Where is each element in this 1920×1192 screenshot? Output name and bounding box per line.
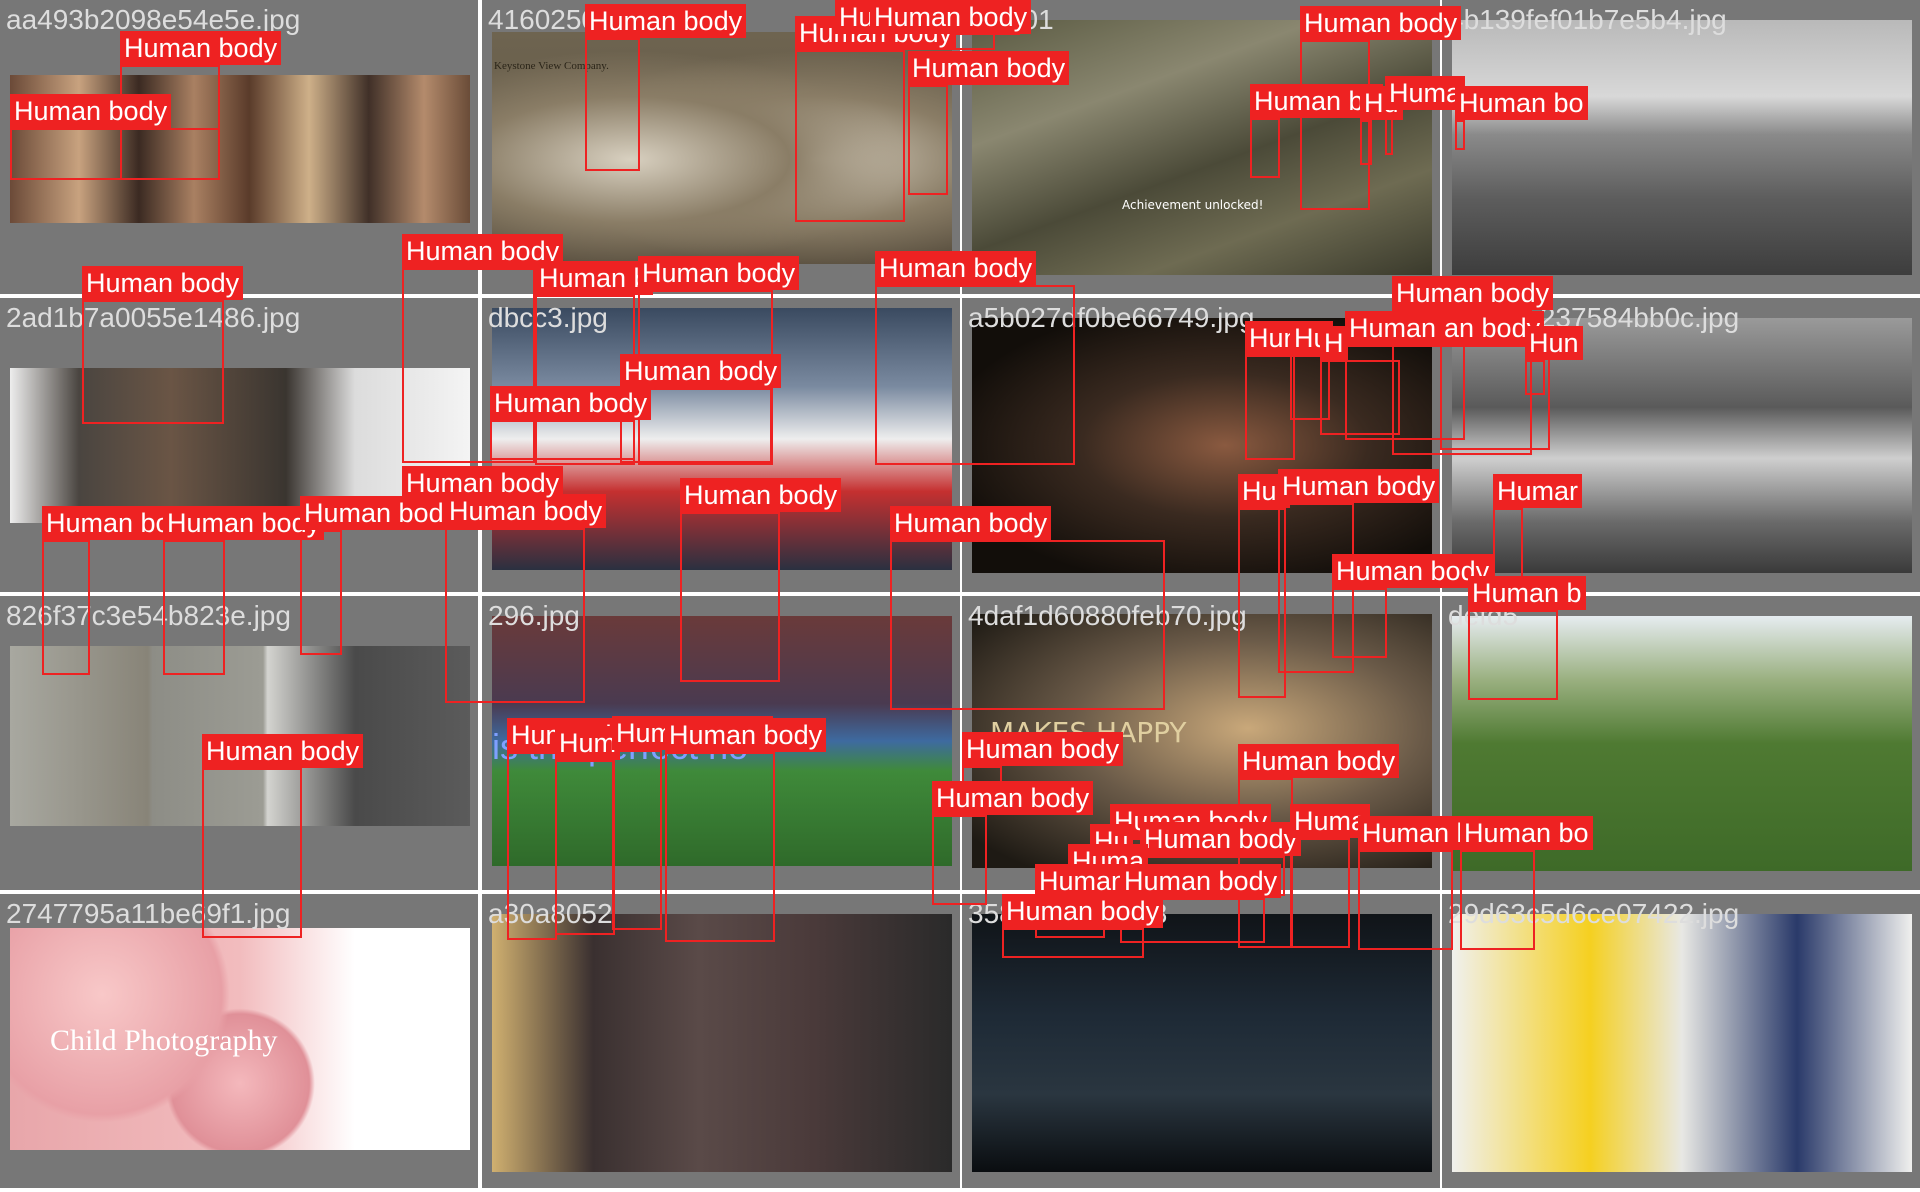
detection-label: Human body (932, 781, 1094, 815)
detection-label: Human body (1392, 276, 1554, 310)
detection-box (202, 768, 302, 938)
detection-box (300, 530, 342, 655)
detection-box (1002, 928, 1144, 958)
detection-label: Human body (680, 478, 842, 512)
detection-box (1360, 120, 1372, 165)
detection-box (1332, 588, 1387, 658)
detection-box (1460, 850, 1535, 950)
detection-box (612, 750, 662, 930)
detection-box (1245, 355, 1295, 460)
detection-label: Human body (638, 256, 800, 290)
detection-label: Human body (585, 4, 747, 38)
detection-box (680, 512, 780, 682)
detection-box (665, 752, 775, 942)
detection-label: Human body (1300, 6, 1462, 40)
photo-grayscale-harbor (1452, 20, 1912, 275)
detection-box (932, 815, 987, 905)
detection-label: Human b (535, 261, 653, 295)
photo-office-team (1452, 914, 1912, 1172)
detection-label: Human body (82, 266, 244, 300)
detection-box (1493, 508, 1523, 578)
detection-box (1468, 610, 1558, 700)
detection-label: Hum (555, 726, 621, 760)
detection-box (555, 760, 615, 935)
detection-label: Human body (402, 466, 564, 500)
detection-label: Huma (1385, 76, 1466, 110)
detection-label: Human body (120, 31, 282, 65)
image-tile[interactable]: 4b139fef01b7e5b4.jpg (1442, 0, 1920, 294)
detection-box (490, 420, 635, 460)
detection-label: Human body (890, 506, 1052, 540)
detection-label: Humar (1493, 474, 1583, 508)
detection-label: Human body (870, 0, 1032, 34)
detection-box (1525, 360, 1545, 395)
detection-grid: aa493b2098e54e5e.jpg4160250c08b5e4Keysto… (0, 0, 1920, 1192)
detection-label: Human body (908, 51, 1070, 85)
detection-label: Human bo (1455, 86, 1588, 120)
detection-label: Human bo (42, 506, 175, 540)
detection-label: Human body (1120, 864, 1282, 898)
detection-box (82, 300, 224, 424)
detection-label: Human body (1140, 822, 1302, 856)
detection-box (163, 540, 225, 675)
detection-box (10, 128, 220, 180)
detection-label: Human body (665, 718, 827, 752)
detection-box (875, 285, 1075, 465)
detection-label: Human body (10, 94, 172, 128)
detection-box (1250, 118, 1280, 178)
detection-box (585, 38, 640, 171)
detection-label: Human bo (1460, 816, 1593, 850)
detection-label: Human body (1278, 469, 1440, 503)
detection-label: Hun (1525, 326, 1583, 360)
detection-label: Human body (962, 732, 1124, 766)
detection-label: Human body (202, 734, 364, 768)
detection-label: Human body (620, 354, 782, 388)
detection-box (42, 540, 90, 675)
detection-box (445, 528, 585, 703)
image-tile[interactable]: 2747795a11be69f1.jpg Child Photography (0, 894, 478, 1188)
detection-box (507, 752, 557, 940)
detection-box (908, 85, 948, 195)
photo-caption: Child Photography (50, 1024, 278, 1057)
photo-lingerie-figures (492, 914, 952, 1172)
detection-label: Human body (1002, 894, 1164, 928)
detection-label: Human b (1468, 576, 1586, 610)
detection-label: Human body (1238, 744, 1400, 778)
detection-label: Human body (490, 386, 652, 420)
detection-label: Human body (875, 251, 1037, 285)
detection-label: Human (1035, 864, 1131, 898)
detection-box (795, 50, 905, 222)
detection-label: Human bod (300, 496, 448, 530)
photo-caption: Achievement unlocked! (1122, 198, 1264, 212)
detection-box (890, 540, 1165, 710)
detection-box (1358, 850, 1453, 950)
detection-box (1455, 120, 1465, 150)
detection-label: H (1320, 326, 1348, 360)
